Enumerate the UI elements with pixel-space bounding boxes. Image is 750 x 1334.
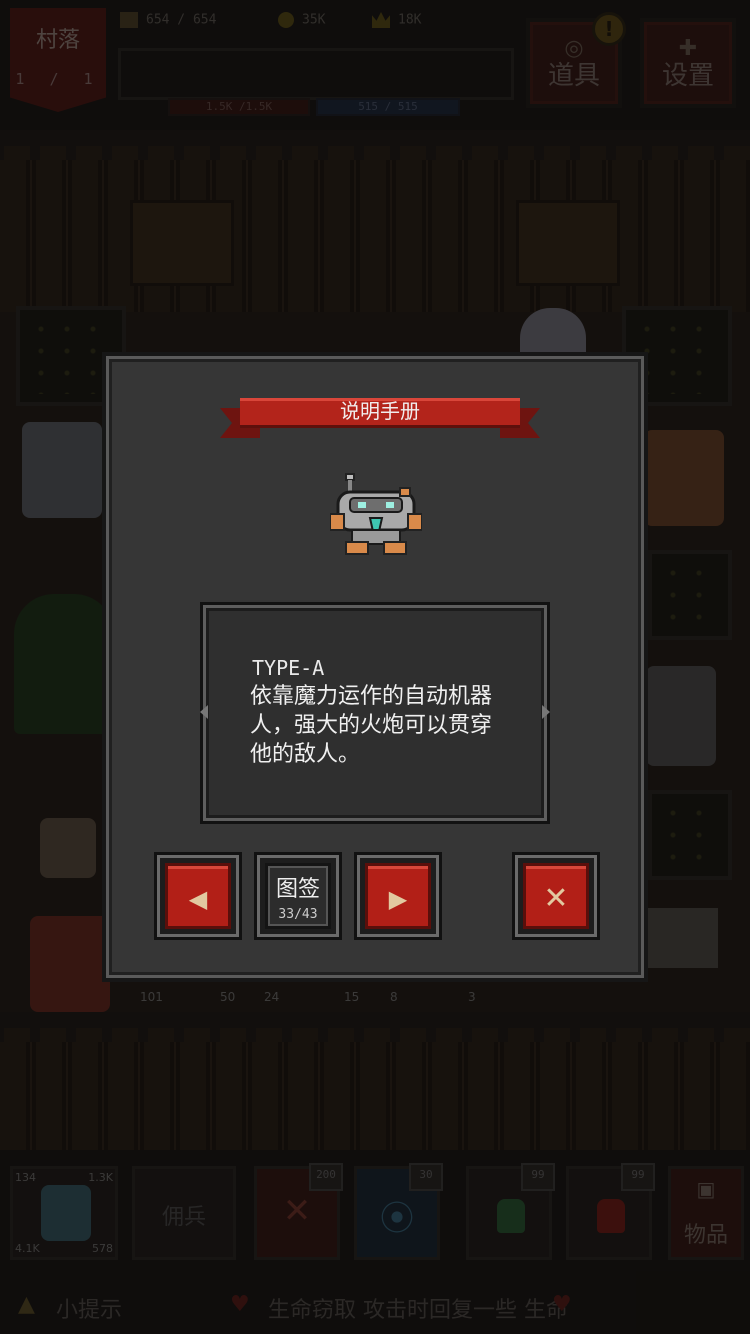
garden-plot[interactable] (648, 790, 732, 880)
collection-button[interactable]: 图签 33/43 (254, 852, 342, 940)
arrow-right-icon: ▶ (388, 885, 408, 913)
npc-knight[interactable] (646, 666, 716, 766)
hero-slot[interactable]: 134 1.3K 4.1K 578 (10, 1166, 118, 1260)
hint-bar[interactable]: ▲ 小提示 ♥ 生命窃取 攻击时回复一些 生命 ♥ (0, 1282, 750, 1332)
aura-icon: ⦿ (380, 1199, 414, 1239)
hint-label: 小提示 (56, 1298, 123, 1323)
heart-icon: ♥ (230, 1292, 250, 1317)
village-badge[interactable]: 村落 1 / 1 (10, 8, 106, 112)
dialog-title-ribbon: 说明手册 (220, 398, 528, 438)
red-potion-icon (597, 1199, 625, 1233)
mp-bar: 515 / 515 (316, 98, 460, 116)
crossed-swords-icon: ✕ (282, 1191, 312, 1231)
alert-badge: ! (592, 12, 626, 46)
inventory-button[interactable]: ▣ 物品 (668, 1166, 744, 1260)
crown-icon (372, 12, 390, 28)
next-button[interactable]: ▶ (354, 852, 442, 940)
food-icon (120, 12, 138, 28)
npc-villager[interactable] (644, 430, 724, 526)
green-potion-icon (497, 1199, 525, 1233)
village-level: 1 / 1 (15, 70, 101, 88)
building-counts: 101 50 24 15 8 3 (140, 990, 476, 1004)
dialog-title: 说明手册 (340, 399, 420, 423)
close-icon: ✕ (543, 881, 569, 916)
chest-icon: ▣ (696, 1177, 716, 1201)
skill-slot-swords[interactable]: ✕ 200 (254, 1163, 343, 1260)
potion-slot-red[interactable]: 99 (566, 1163, 655, 1260)
npc-maid[interactable] (22, 422, 102, 518)
npc-chicken[interactable] (40, 818, 96, 878)
collection-count: 33/43 (278, 907, 318, 922)
market-stall-right[interactable] (516, 200, 620, 286)
mercenary-slot[interactable]: 佣兵 (132, 1166, 236, 1260)
settings-button[interactable]: ✚ 设置 (640, 18, 736, 108)
hero-avatar (41, 1185, 91, 1241)
skill-slot-shield[interactable]: ⦿ 30 (354, 1163, 443, 1260)
crown-stat: 18K (372, 12, 421, 32)
top-fence (0, 146, 750, 312)
collection-label: 图签 (275, 877, 320, 902)
name-bar (118, 48, 514, 100)
robot-sprite (330, 473, 422, 555)
top-hud: 村落 1 / 1 654 / 654 35K 18K 1.5K /1.5K 51… (0, 0, 750, 130)
arrow-left-icon: ◀ (188, 885, 208, 913)
bottom-fence (0, 1028, 750, 1150)
entry-name: TYPE-A (252, 656, 325, 680)
food-stat: 654 / 654 (120, 12, 216, 32)
book-icon[interactable] (648, 908, 718, 968)
garden-plot[interactable] (648, 550, 732, 640)
market-stall-left[interactable] (130, 200, 234, 286)
warning-icon: ▲ (18, 1292, 35, 1317)
gold-stat: 35K (278, 12, 325, 32)
village-name: 村落 (35, 28, 80, 53)
tree (14, 594, 114, 734)
hint-text: 生命窃取 攻击时回复一些 生命 (268, 1298, 568, 1323)
npc-red-hood[interactable] (30, 916, 110, 1012)
bottom-bar: 134 1.3K 4.1K 578 佣兵 ✕ 200 ⦿ 30 99 99 ▣ … (0, 1150, 750, 1334)
previous-button[interactable]: ◀ (154, 852, 242, 940)
entry-description: 依靠魔力运作的自动机器人，强大的火炮可以贯穿他的敌人。 (250, 684, 493, 767)
heart-icon: ♥ (552, 1292, 572, 1317)
hp-bar: 1.5K /1.5K (168, 98, 310, 116)
close-button[interactable]: ✕ (512, 852, 600, 940)
coin-icon (278, 12, 294, 28)
potion-slot-green[interactable]: 99 (466, 1163, 555, 1260)
